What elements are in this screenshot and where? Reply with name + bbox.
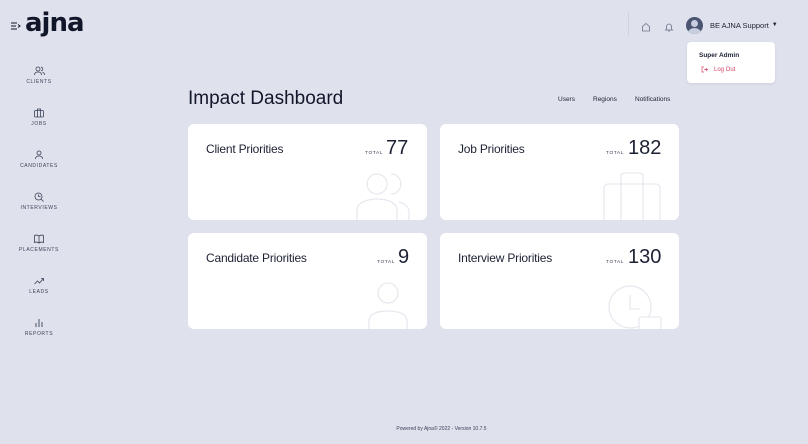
bell-icon[interactable] (664, 19, 674, 32)
card-title: Job Priorities (458, 142, 525, 156)
sidebar-item-jobs[interactable]: JOBS (0, 108, 78, 142)
card-candidate-priorities[interactable]: Candidate Priorities TOTAL 9 (188, 233, 427, 329)
regions-link[interactable]: Regions (593, 96, 617, 103)
user-role: Super Admin (699, 52, 740, 59)
clock-illustration-icon (608, 285, 662, 329)
page-title: Impact Dashboard (188, 88, 344, 109)
footer: Powered by Ajna© 2022 - Version 10.7.5 (396, 426, 487, 432)
sidebar-item-label: PLACEMENTS (19, 247, 59, 253)
header-divider (628, 12, 629, 36)
total-label: TOTAL (377, 260, 396, 265)
card-count: 130 (628, 246, 662, 268)
logout-label[interactable]: Log Out (714, 67, 735, 73)
user-illustration-icon (368, 282, 408, 329)
user-menu[interactable]: BE AJNA Support ▼ (686, 15, 778, 35)
sidebar-item-leads[interactable]: LEADS (0, 276, 78, 310)
user-icon (35, 150, 43, 160)
users-illustration-icon (356, 173, 410, 220)
book-icon (34, 234, 44, 244)
card-count: 77 (386, 137, 409, 159)
card-title: Client Priorities (206, 142, 284, 156)
logo[interactable]: ajna (25, 8, 85, 38)
card-count: 9 (398, 246, 410, 268)
card-title: Candidate Priorities (206, 251, 307, 265)
bar-chart-icon (35, 319, 43, 327)
user-name[interactable]: BE AJNA Support (710, 21, 769, 30)
total-label: TOTAL (365, 151, 384, 156)
sidebar-item-reports[interactable]: REPORTS (0, 318, 78, 352)
user-dropdown: Super Admin Log Out (687, 42, 775, 83)
users-icon (33, 66, 45, 76)
sidebar-item-label: JOBS (31, 121, 47, 127)
sidebar-item-placements[interactable]: PLACEMENTS (0, 234, 78, 268)
home-icon[interactable] (641, 19, 651, 32)
sidebar-item-candidates[interactable]: CANDIDATES (0, 150, 78, 184)
interview-icon (34, 192, 44, 202)
card-job-priorities[interactable]: Job Priorities TOTAL 182 (440, 124, 679, 220)
chevron-down-icon[interactable]: ▼ (772, 22, 778, 28)
sidebar-item-label: LEADS (29, 289, 49, 295)
briefcase-icon (34, 108, 44, 118)
sidebar-item-label: REPORTS (24, 331, 54, 337)
logout-icon (701, 66, 708, 73)
briefcase-illustration-icon (603, 172, 661, 220)
notifications-link[interactable]: Notifications (635, 96, 670, 103)
users-link[interactable]: Users (558, 96, 575, 103)
card-interview-priorities[interactable]: Interview Priorities TOTAL 130 (440, 233, 679, 329)
sidebar-item-label: CANDIDATES (20, 163, 58, 169)
menu-toggle-icon[interactable] (11, 18, 21, 30)
card-title: Interview Priorities (458, 251, 553, 265)
total-label: TOTAL (606, 260, 625, 265)
card-client-priorities[interactable]: Client Priorities TOTAL 77 (188, 124, 427, 220)
total-label: TOTAL (606, 151, 625, 156)
user-avatar[interactable] (686, 16, 703, 34)
sidebar-item-label: CLIENTS (26, 79, 52, 85)
sidebar-item-interviews[interactable]: INTERVIEWS (0, 192, 78, 226)
sidebar-item-label: INTERVIEWS (20, 205, 58, 211)
sidebar-item-clients[interactable]: CLIENTS (0, 66, 78, 100)
trending-up-icon (34, 278, 44, 285)
logout-link[interactable]: Log Out (701, 66, 735, 73)
top-bar: ajna BE AJNA Support ▼ (0, 0, 808, 48)
card-count: 182 (628, 137, 662, 159)
